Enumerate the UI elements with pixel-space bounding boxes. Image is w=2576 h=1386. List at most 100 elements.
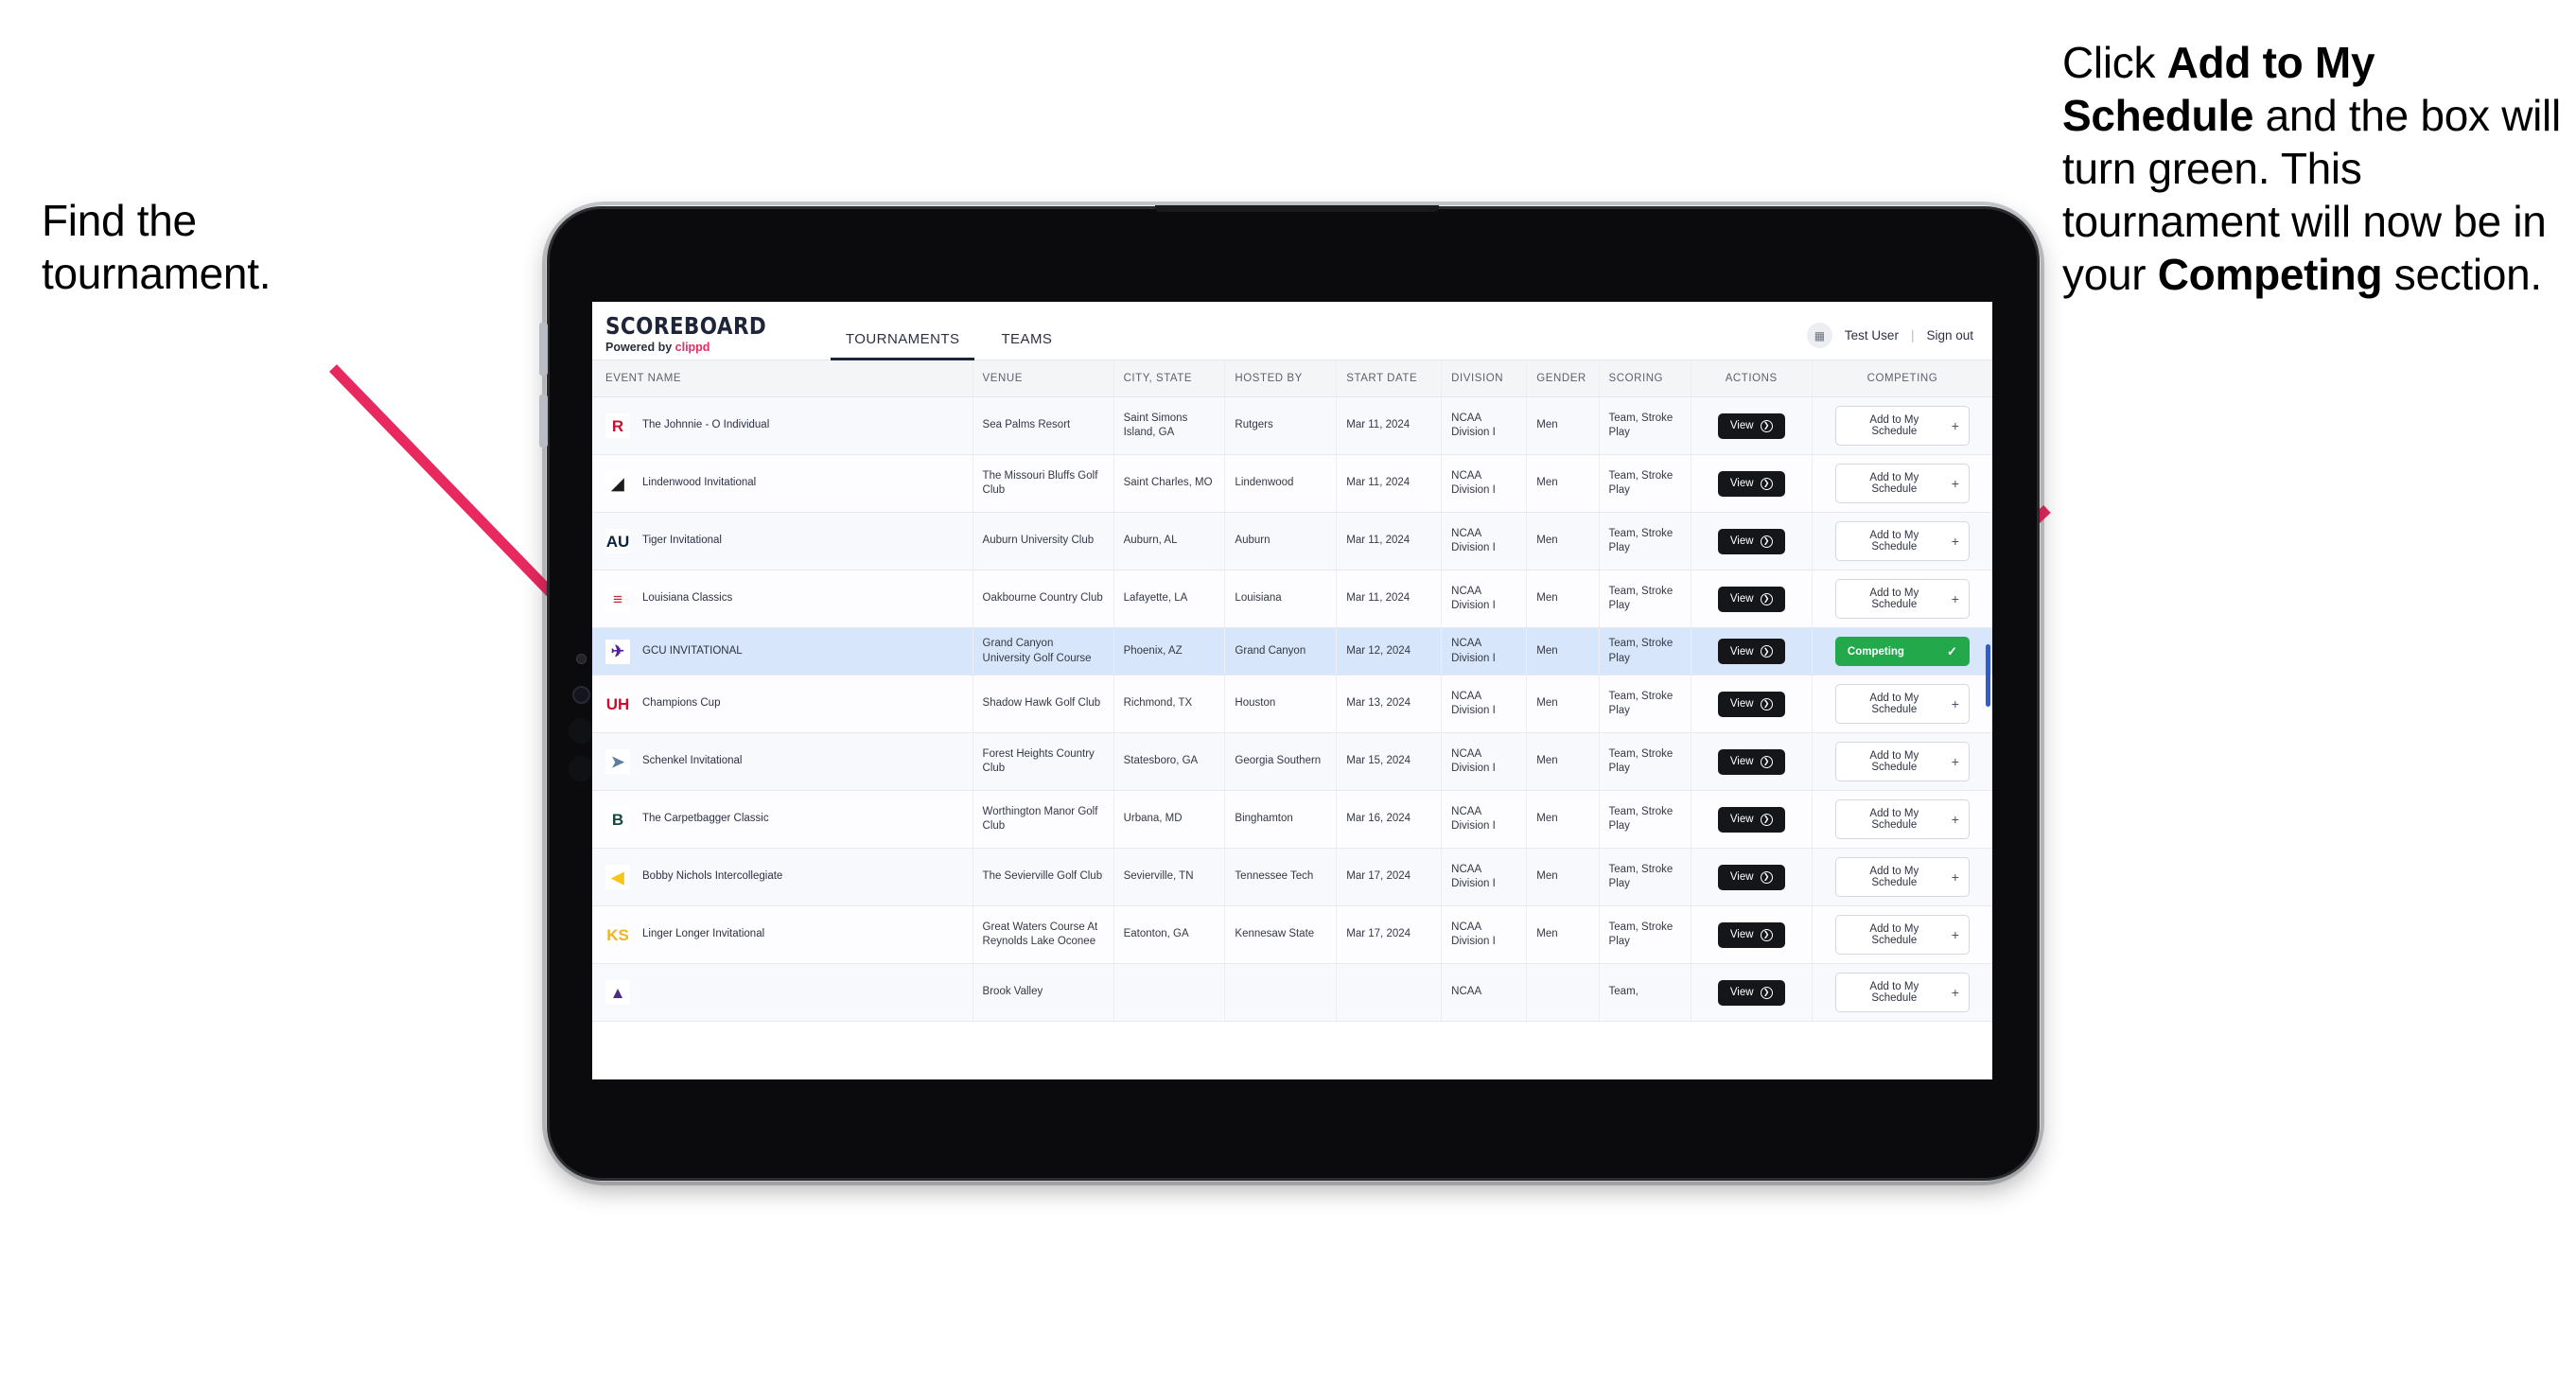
device-top-notch: [1155, 205, 1439, 212]
cell-hosted-by: Houston: [1224, 675, 1338, 733]
view-button[interactable]: View ❯: [1717, 691, 1785, 717]
col-hosted-by[interactable]: HOSTED BY: [1224, 360, 1338, 397]
col-venue[interactable]: VENUE: [973, 360, 1114, 397]
arrow-right-circle-icon: ❯: [1760, 645, 1773, 658]
cell-division: NCAA Division I: [1441, 627, 1528, 675]
cell-event-name: KS Linger Longer Invitational: [592, 905, 973, 964]
add-to-my-schedule-button[interactable]: Add to My Schedule +: [1834, 521, 1970, 561]
arrow-right-circle-icon: ❯: [1760, 986, 1773, 999]
view-button[interactable]: View ❯: [1717, 528, 1785, 554]
cell-actions: View ❯: [1691, 675, 1813, 733]
add-to-my-schedule-button[interactable]: Add to My Schedule +: [1834, 857, 1970, 897]
cell-actions: View ❯: [1691, 732, 1813, 791]
team-logo-icon: KS: [605, 922, 630, 947]
view-button[interactable]: View ❯: [1717, 470, 1785, 497]
cell-start-date: Mar 17, 2024: [1336, 905, 1443, 964]
cell-start-date: Mar 16, 2024: [1336, 790, 1443, 849]
cell-division: NCAA Division I: [1441, 848, 1528, 906]
add-to-my-schedule-button[interactable]: Add to My Schedule +: [1834, 742, 1970, 781]
main-nav-tabs: TOURNAMENTS TEAMS: [825, 302, 1073, 360]
cell-competing: Add to My Schedule +: [1812, 732, 1992, 791]
view-button[interactable]: View ❯: [1717, 412, 1785, 439]
table-row[interactable]: ◀ Bobby Nichols Intercollegiate The Sevi…: [592, 848, 1992, 906]
cell-city-state: [1113, 963, 1226, 1022]
cell-event-name: ✈ GCU INVITATIONAL: [592, 627, 973, 675]
view-button[interactable]: View ❯: [1717, 639, 1785, 664]
cell-hosted-by: Louisiana: [1224, 570, 1338, 628]
view-button[interactable]: View ❯: [1717, 864, 1785, 890]
add-to-my-schedule-button[interactable]: Add to My Schedule +: [1834, 684, 1970, 724]
tournaments-table-container[interactable]: EVENT NAME VENUE CITY, STATE HOSTED BY S…: [592, 360, 1992, 1079]
table-row[interactable]: ➤ Schenkel Invitational Forest Heights C…: [592, 732, 1992, 791]
col-scoring[interactable]: SCORING: [1599, 360, 1691, 397]
view-label: View: [1729, 871, 1754, 883]
cell-start-date: Mar 11, 2024: [1336, 396, 1443, 455]
add-to-my-schedule-label: Add to My Schedule: [1869, 923, 1919, 946]
table-row[interactable]: UH Champions Cup Shadow Hawk Golf Club R…: [592, 675, 1992, 733]
cell-scoring: Team, Stroke Play: [1599, 512, 1691, 570]
team-logo-icon: ◀: [605, 865, 630, 889]
table-row[interactable]: KS Linger Longer Invitational Great Wate…: [592, 905, 1992, 964]
table-row[interactable]: ▲ Brook Valley NCAA Team, View ❯ Add to …: [592, 963, 1992, 1022]
cell-venue: Oakbourne Country Club: [973, 570, 1114, 628]
tab-teams[interactable]: TEAMS: [980, 331, 1073, 360]
sign-out-link[interactable]: Sign out: [1926, 328, 1973, 342]
cell-actions: View ❯: [1691, 396, 1813, 455]
add-to-my-schedule-button[interactable]: Add to My Schedule +: [1834, 915, 1970, 955]
brand-title: SCOREBOARD: [605, 311, 767, 340]
table-row[interactable]: AU Tiger Invitational Auburn University …: [592, 512, 1992, 570]
col-start-date[interactable]: START DATE: [1336, 360, 1443, 397]
cell-event-name: ≡ Louisiana Classics: [592, 570, 973, 628]
cell-competing: Add to My Schedule +: [1812, 396, 1992, 455]
cell-scoring: Team, Stroke Play: [1599, 790, 1691, 849]
cell-hosted-by: Kennesaw State: [1224, 905, 1338, 964]
cell-start-date: Mar 13, 2024: [1336, 675, 1443, 733]
view-button[interactable]: View ❯: [1717, 586, 1785, 612]
competing-button[interactable]: Competing ✓: [1834, 637, 1970, 666]
col-event-name[interactable]: EVENT NAME: [592, 360, 973, 397]
plus-icon: +: [1951, 812, 1959, 827]
cell-event-name: ➤ Schenkel Invitational: [592, 732, 973, 791]
brand-logo[interactable]: SCOREBOARD Powered by clippd: [605, 314, 793, 360]
volume-up-button[interactable]: [539, 323, 548, 376]
camera-lens-icon: [572, 686, 590, 704]
cell-venue: Sea Palms Resort: [973, 396, 1114, 455]
table-row[interactable]: B The Carpetbagger Classic Worthington M…: [592, 790, 1992, 849]
vertical-scrollbar[interactable]: [1986, 644, 1990, 707]
view-button[interactable]: View ❯: [1717, 748, 1785, 775]
add-to-my-schedule-button[interactable]: Add to My Schedule +: [1834, 799, 1970, 839]
view-button[interactable]: View ❯: [1717, 806, 1785, 833]
view-label: View: [1729, 987, 1754, 998]
table-row[interactable]: ◢ Lindenwood Invitational The Missouri B…: [592, 454, 1992, 513]
tab-tournaments[interactable]: TOURNAMENTS: [825, 331, 981, 360]
add-to-my-schedule-button[interactable]: Add to My Schedule +: [1834, 579, 1970, 619]
volume-down-button[interactable]: [539, 395, 548, 447]
event-name-text: Champions Cup: [642, 697, 721, 710]
cell-venue: Forest Heights Country Club: [973, 732, 1114, 791]
add-to-my-schedule-button[interactable]: Add to My Schedule +: [1834, 973, 1970, 1012]
user-avatar-icon[interactable]: ▦: [1806, 323, 1832, 348]
col-division[interactable]: DIVISION: [1441, 360, 1528, 397]
col-actions: ACTIONS: [1691, 360, 1813, 397]
add-to-my-schedule-label: Add to My Schedule: [1869, 866, 1919, 888]
cell-division: NCAA Division I: [1441, 675, 1528, 733]
table-row[interactable]: ≡ Louisiana Classics Oakbourne Country C…: [592, 570, 1992, 628]
cell-scoring: Team, Stroke Play: [1599, 848, 1691, 906]
view-label: View: [1729, 929, 1754, 940]
brand-powered-prefix: Powered by: [605, 340, 675, 354]
cell-city-state: Sevierville, TN: [1113, 848, 1226, 906]
cell-city-state: Urbana, MD: [1113, 790, 1226, 849]
cell-hosted-by: Grand Canyon: [1224, 627, 1338, 675]
cell-division: NCAA Division I: [1441, 790, 1528, 849]
cell-start-date: Mar 17, 2024: [1336, 848, 1443, 906]
view-button[interactable]: View ❯: [1717, 921, 1785, 948]
add-to-my-schedule-button[interactable]: Add to My Schedule +: [1834, 464, 1970, 503]
cell-event-name: ▲: [592, 963, 973, 1022]
table-row[interactable]: ✈ GCU INVITATIONAL Grand Canyon Universi…: [592, 627, 1992, 675]
add-to-my-schedule-button[interactable]: Add to My Schedule +: [1834, 406, 1970, 446]
view-button[interactable]: View ❯: [1717, 979, 1785, 1006]
table-row[interactable]: R The Johnnie - O Individual Sea Palms R…: [592, 396, 1992, 455]
col-city-state[interactable]: CITY, STATE: [1113, 360, 1226, 397]
col-gender[interactable]: GENDER: [1526, 360, 1600, 397]
view-label: View: [1729, 814, 1754, 825]
